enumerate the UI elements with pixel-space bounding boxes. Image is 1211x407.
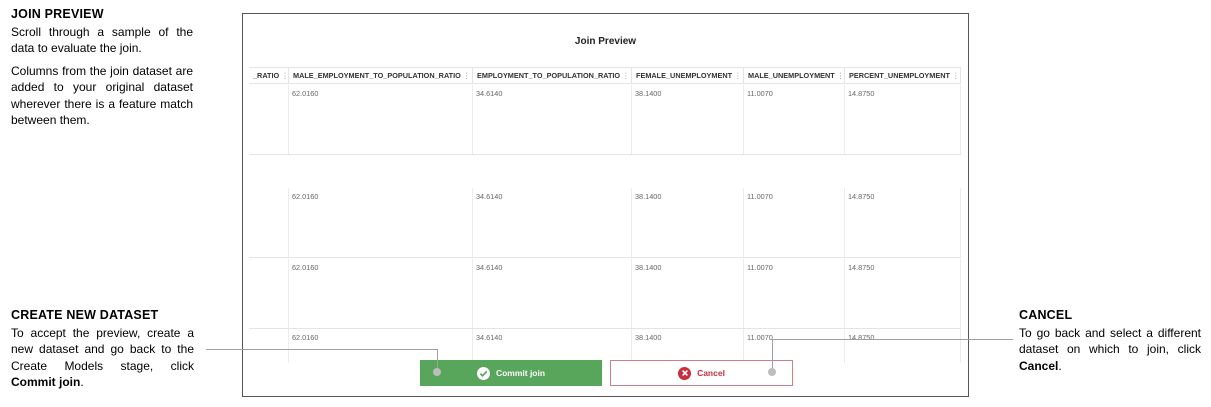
table-cell: 62.0160 <box>289 188 473 257</box>
table-cell: 38.1400 <box>632 188 744 257</box>
table-cell: 38.1400 <box>632 85 744 154</box>
cancel-label: Cancel <box>697 368 725 378</box>
table-cell: 34.6140 <box>473 259 632 328</box>
table-cell: 34.6140 <box>473 188 632 257</box>
column-header[interactable]: MALE_UNEMPLOYMENT ⋮ <box>744 68 845 84</box>
table-cell: 11.0070 <box>744 259 845 328</box>
table-cell <box>249 259 289 328</box>
cancel-callout-line <box>772 339 1013 340</box>
create-dataset-text: To accept the preview, create a new data… <box>11 325 194 391</box>
commit-callout-dot <box>433 368 441 376</box>
commit-join-button[interactable]: Commit join <box>420 360 602 386</box>
table-cell: 38.1400 <box>632 329 744 363</box>
table-cell: 62.0160 <box>289 329 473 363</box>
column-header-label: _RATIO <box>253 71 280 80</box>
table-cell: 38.1400 <box>632 259 744 328</box>
table-cell: 62.0160 <box>289 85 473 154</box>
commit-join-label: Commit join <box>495 368 546 378</box>
create-dataset-text-body: To accept the preview, create a new data… <box>11 325 194 373</box>
table-row: 62.0160 34.6140 38.1400 11.0070 14.8750 <box>249 188 961 258</box>
table-cell: 11.0070 <box>744 188 845 257</box>
table-row: 62.0160 34.6140 38.1400 11.0070 14.8750 <box>249 85 961 155</box>
preview-table[interactable]: _RATIO ⋮ MALE_EMPLOYMENT_TO_POPULATION_RA… <box>249 67 961 363</box>
cancel-callout-dot <box>768 368 776 376</box>
column-header[interactable]: PERCENT_UNEMPLOYMENT ⋮ <box>845 68 961 84</box>
cancel-text-end: . <box>1058 358 1062 373</box>
table-cell: 62.0160 <box>289 259 473 328</box>
cancel-annotation: CANCEL To go back and select a different… <box>1019 307 1201 374</box>
column-menu-icon[interactable]: ⋮ <box>622 71 629 80</box>
dialog-title: Join Preview <box>574 36 637 47</box>
cancel-heading: CANCEL <box>1019 308 1073 322</box>
column-menu-icon[interactable]: ⋮ <box>837 71 844 80</box>
create-dataset-text-bold: Commit join <box>11 375 81 389</box>
create-dataset-heading: CREATE NEW DATASET <box>11 308 159 322</box>
cancel-text-body: To go back and select a different datase… <box>1019 325 1201 357</box>
table-cell <box>249 85 289 154</box>
column-header-label: FEMALE_UNEMPLOYMENT <box>636 71 733 80</box>
table-cell: 14.8750 <box>845 188 961 257</box>
table-cell <box>249 329 289 363</box>
column-header[interactable]: EMPLOYMENT_TO_POPULATION_RATIO ⋮ <box>473 68 632 84</box>
table-cell <box>249 188 289 257</box>
cancel-button[interactable]: Cancel <box>610 360 793 386</box>
table-cell: 11.0070 <box>744 329 845 363</box>
column-header[interactable]: _RATIO ⋮ <box>249 68 289 84</box>
table-cell: 14.8750 <box>845 85 961 154</box>
join-preview-text-2: Columns from the join dataset are added … <box>11 63 193 128</box>
join-preview-text-1: Scroll through a sample of the data to e… <box>11 24 193 56</box>
table-row: 62.0160 34.6140 38.1400 11.0070 14.8750 <box>249 259 961 329</box>
commit-callout-line <box>206 349 438 350</box>
table-cell: 34.6140 <box>473 85 632 154</box>
table-header: _RATIO ⋮ MALE_EMPLOYMENT_TO_POPULATION_RA… <box>249 67 961 84</box>
table-cell: 14.8750 <box>845 259 961 328</box>
create-dataset-annotation: CREATE NEW DATASET To accept the preview… <box>11 307 194 391</box>
x-circle-icon <box>678 366 692 380</box>
column-header[interactable]: MALE_EMPLOYMENT_TO_POPULATION_RATIO ⋮ <box>289 68 473 84</box>
column-header-label: PERCENT_UNEMPLOYMENT <box>849 71 950 80</box>
column-header-label: MALE_UNEMPLOYMENT <box>748 71 835 80</box>
table-cell: 11.0070 <box>744 85 845 154</box>
join-preview-heading: JOIN PREVIEW <box>11 7 104 21</box>
check-circle-icon <box>476 366 490 380</box>
column-header-label: EMPLOYMENT_TO_POPULATION_RATIO <box>477 71 621 80</box>
cancel-text-bold: Cancel <box>1019 358 1059 373</box>
column-menu-icon[interactable]: ⋮ <box>734 71 741 80</box>
create-dataset-text-end: . <box>80 375 84 389</box>
table-cell: 14.8750 <box>845 329 961 363</box>
cancel-text: To go back and select a different datase… <box>1019 325 1201 375</box>
column-header[interactable]: FEMALE_UNEMPLOYMENT ⋮ <box>632 68 744 84</box>
table-row: 62.0160 34.6140 38.1400 11.0070 14.8750 <box>249 329 961 363</box>
column-menu-icon[interactable]: ⋮ <box>952 71 959 80</box>
column-header-label: MALE_EMPLOYMENT_TO_POPULATION_RATIO <box>293 71 461 80</box>
column-menu-icon[interactable]: ⋮ <box>463 71 470 80</box>
table-cell: 34.6140 <box>473 329 632 363</box>
join-preview-annotation: JOIN PREVIEW Scroll through a sample of … <box>11 6 193 129</box>
column-menu-icon[interactable]: ⋮ <box>281 71 288 80</box>
